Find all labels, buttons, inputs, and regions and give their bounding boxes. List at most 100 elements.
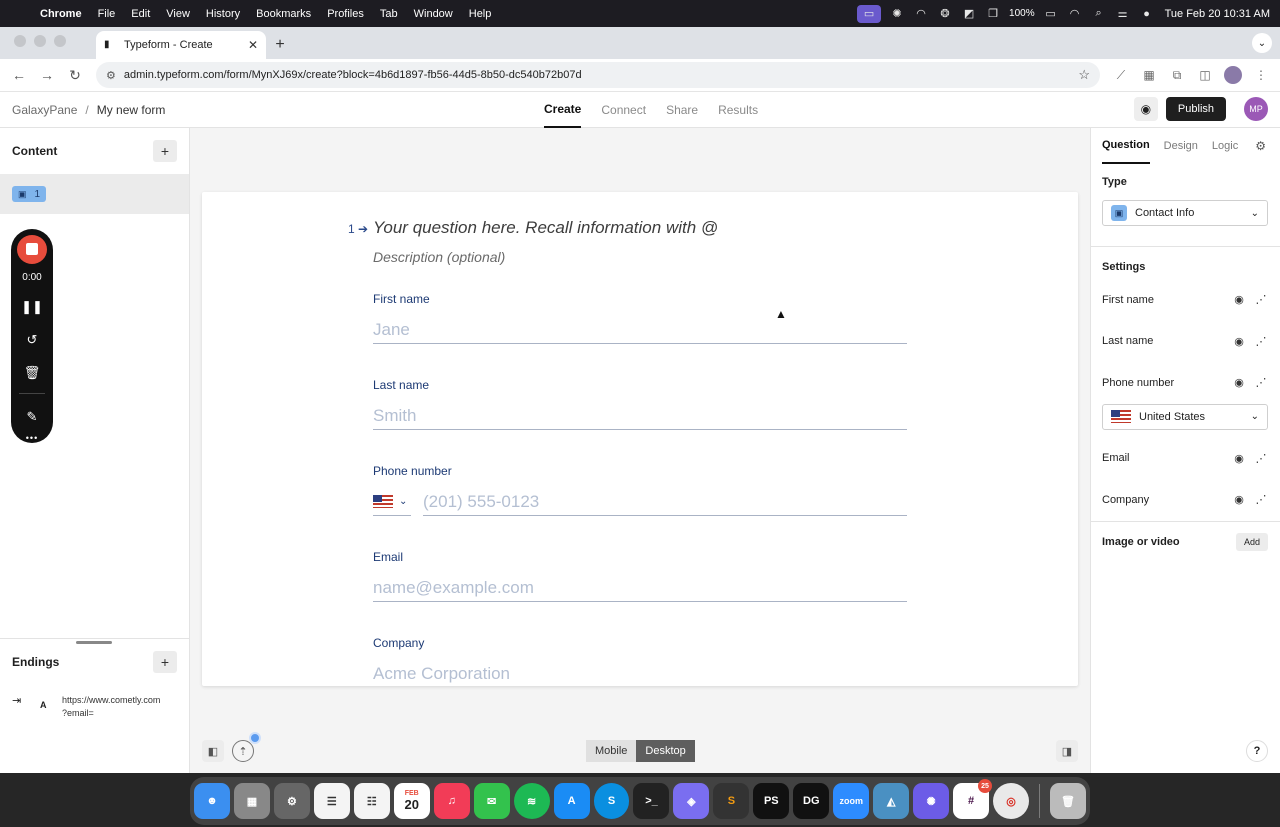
wifi-icon[interactable]: ◠ (1063, 0, 1087, 27)
question-description-input[interactable]: Description (optional) (373, 249, 505, 265)
address-bar[interactable]: ⚙ admin.typeform.com/form/MynXJ69x/creat… (96, 62, 1100, 88)
extension-sheets-icon[interactable]: ▦ (1136, 62, 1162, 88)
mouse-icon[interactable]: ◠ (909, 0, 933, 27)
eye-icon[interactable]: ◉ (1228, 293, 1250, 306)
new-tab-button[interactable]: + (266, 31, 294, 59)
required-wand-icon[interactable]: ⋰ (1250, 293, 1272, 306)
tab-create[interactable]: Create (544, 92, 582, 128)
add-media-button[interactable]: Add (1235, 532, 1268, 551)
company-input[interactable]: Acme Corporation (373, 660, 907, 686)
tab-results[interactable]: Results (718, 92, 758, 128)
phpstorm-icon[interactable]: PS (753, 783, 790, 819)
tab-question[interactable]: Question (1102, 128, 1150, 164)
email-input[interactable]: name@example.com (373, 574, 907, 602)
window-icon[interactable]: ❐ (981, 0, 1005, 27)
menu-app-name[interactable]: Chrome (38, 8, 90, 20)
tab-logic[interactable]: Logic (1212, 140, 1238, 152)
restart-icon[interactable]: ↺ (27, 330, 38, 349)
control-center-icon[interactable]: ⚌ (1111, 0, 1135, 27)
reload-icon[interactable]: ↻ (62, 62, 88, 88)
menu-window[interactable]: Window (406, 8, 461, 20)
reminders-icon[interactable]: ☷ (353, 783, 390, 819)
extensions-puzzle-icon[interactable]: ⧉ (1164, 62, 1190, 88)
breadcrumb-form-name[interactable]: My new form (97, 103, 166, 117)
extension-analytics-icon[interactable]: ⟋ (1108, 62, 1134, 88)
back-arrow-icon[interactable]: ← (6, 62, 32, 88)
last-name-input[interactable]: Smith (373, 402, 907, 430)
spotify-icon[interactable]: ≋ (513, 783, 550, 819)
phone-input[interactable]: (201) 555-0123 (423, 488, 907, 516)
help-button[interactable]: ? (1246, 740, 1268, 762)
add-content-button[interactable]: + (153, 140, 177, 162)
music-icon[interactable]: ♫ (433, 783, 470, 819)
preview-app-icon[interactable]: ◭ (873, 783, 910, 819)
required-wand-icon[interactable]: ⋰ (1250, 452, 1272, 465)
zoom-icon[interactable]: zoom (833, 783, 870, 819)
tab-search-chevron-icon[interactable]: ⌄ (1252, 33, 1272, 53)
country-code-select[interactable]: ⌄ (373, 488, 411, 516)
menu-view[interactable]: View (158, 8, 198, 20)
profile-avatar[interactable] (1220, 62, 1246, 88)
messages-icon[interactable]: ✉ (473, 783, 510, 819)
question-type-select[interactable]: ▣ Contact Info ⌄ (1102, 200, 1268, 226)
minimize-window-button[interactable] (34, 35, 46, 47)
menu-help[interactable]: Help (461, 8, 500, 20)
mobile-view-button[interactable]: Mobile (586, 740, 637, 762)
required-wand-icon[interactable]: ⋰ (1250, 376, 1272, 389)
required-wand-icon[interactable]: ⋰ (1250, 493, 1272, 506)
gear-icon[interactable]: ⚙ (1255, 139, 1266, 153)
skype-icon[interactable]: S (593, 783, 630, 819)
collapse-right-panel-icon[interactable]: ◨ (1056, 740, 1078, 762)
user-avatar[interactable]: MP (1244, 97, 1268, 121)
accessibility-icon[interactable]: ⇡ (232, 732, 261, 762)
stop-recording-button[interactable] (17, 235, 47, 264)
required-wand-icon[interactable]: ⋰ (1250, 335, 1272, 348)
datagrip-icon[interactable]: DG (793, 783, 830, 819)
menu-bookmarks[interactable]: Bookmarks (248, 8, 319, 20)
pencil-icon[interactable]: ✎ (27, 408, 38, 427)
tab-design[interactable]: Design (1164, 140, 1198, 152)
forward-arrow-icon[interactable]: → (34, 62, 60, 88)
siri-icon[interactable]: ● (1135, 0, 1159, 27)
site-info-icon[interactable]: ⚙ (106, 69, 116, 82)
calendar-icon[interactable]: FEB 20 (393, 783, 430, 819)
question-title-input[interactable]: Your question here. Recall information w… (373, 218, 718, 238)
first-name-input[interactable]: Jane (373, 316, 907, 344)
perplexity-icon[interactable]: ✺ (913, 783, 950, 819)
system-settings-icon[interactable]: ⚙ (273, 783, 310, 819)
more-dots-icon[interactable]: ••• (26, 433, 38, 443)
default-country-select[interactable]: United States ⌄ (1102, 403, 1268, 430)
publish-button[interactable]: Publish (1165, 97, 1226, 121)
copilot-icon[interactable]: ◈ (673, 783, 710, 819)
eye-icon[interactable]: ◉ (1228, 376, 1250, 389)
menu-edit[interactable]: Edit (123, 8, 158, 20)
tab-share[interactable]: Share (666, 92, 698, 128)
spotlight-icon[interactable]: ⌕ (1087, 0, 1111, 27)
bookmark-star-icon[interactable]: ☆ (1078, 67, 1090, 83)
slack-icon[interactable]: #25 (953, 779, 993, 819)
menu-profiles[interactable]: Profiles (319, 8, 372, 20)
browser-tab-active[interactable]: ▮ Typeform - Create ✕ (96, 31, 266, 59)
trash-icon[interactable]: 🗑 (1050, 783, 1086, 819)
trash-icon[interactable]: 🗑 (24, 363, 41, 382)
add-ending-button[interactable]: + (153, 650, 177, 673)
url-text[interactable]: admin.typeform.com/form/MynXJ69x/create?… (124, 69, 1070, 81)
eye-icon[interactable]: ◉ (1228, 452, 1250, 465)
menu-tab[interactable]: Tab (372, 8, 406, 20)
finder-icon[interactable]: ☻ (194, 783, 230, 819)
brightness-icon[interactable]: ✺ (885, 0, 909, 27)
chrome-menu-icon[interactable]: ⋮ (1248, 62, 1274, 88)
app-store-icon[interactable]: A (553, 783, 590, 819)
openai-icon[interactable]: ❂ (933, 0, 957, 27)
eye-icon[interactable]: ◉ (1228, 335, 1250, 348)
screen-record-icon[interactable]: ▭ (857, 4, 882, 23)
launchpad-icon[interactable]: ▦ (233, 783, 270, 819)
eye-icon[interactable]: ◉ (1228, 493, 1250, 506)
menubar-clock[interactable]: Tue Feb 20 10:31 AM (1159, 8, 1280, 20)
collapse-left-panel-icon[interactable]: ◧ (202, 740, 224, 762)
extension-icon[interactable]: ◩ (957, 0, 981, 27)
reminders-list-icon[interactable]: ☰ (313, 783, 350, 819)
tab-connect[interactable]: Connect (601, 92, 646, 128)
sublime-text-icon[interactable]: S (713, 783, 750, 819)
pause-icon[interactable]: ❚❚ (21, 297, 43, 316)
